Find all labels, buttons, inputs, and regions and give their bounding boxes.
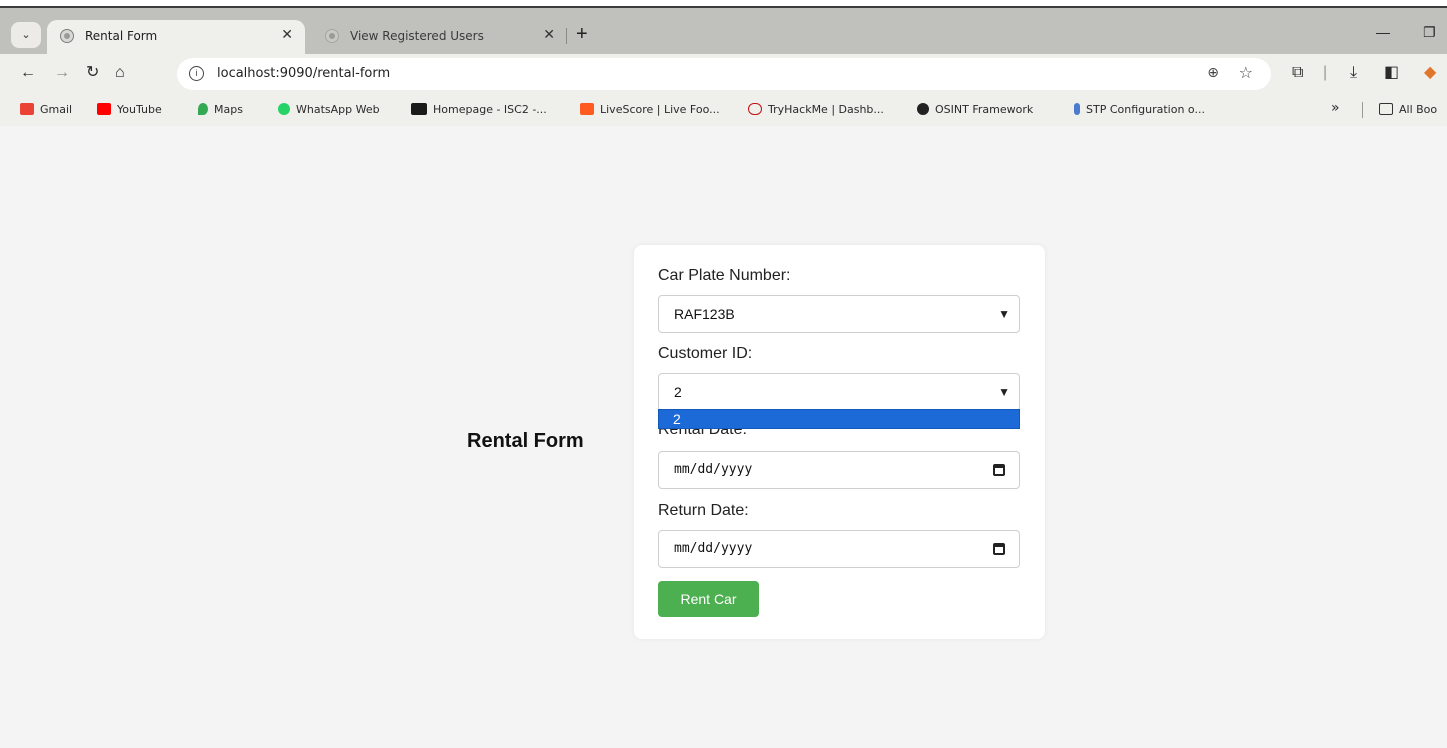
bookmark-whatsapp[interactable]: WhatsApp Web — [278, 103, 380, 116]
return-date-input[interactable]: mm/dd/yyyy — [658, 530, 1020, 568]
bookmark-youtube[interactable]: YouTube — [97, 103, 162, 116]
tab-label: View Registered Users — [350, 29, 484, 43]
youtube-icon — [97, 103, 111, 115]
browser-toolbar: ← → ↻ ⌂ i localhost:9090/rental-form ⊕ ☆… — [0, 54, 1447, 94]
tab-divider — [566, 28, 567, 44]
folder-icon — [1379, 103, 1393, 115]
toolbar-divider: | — [1323, 64, 1328, 81]
rent-car-button[interactable]: Rent Car — [658, 581, 759, 617]
browser-window: ⌄ Rental Form ✕ View Registered Users ✕ … — [0, 0, 1447, 748]
page-content: Rental Form Car Plate Number: RAF123B ▼ … — [0, 126, 1447, 748]
globe-icon — [60, 29, 74, 43]
whatsapp-icon — [278, 103, 290, 115]
maps-pin-icon — [198, 103, 208, 115]
restore-icon[interactable]: ❐ — [1423, 24, 1436, 41]
back-arrow-icon[interactable]: ← — [20, 62, 36, 84]
chevron-down-icon: ⌄ — [21, 29, 31, 41]
close-icon[interactable]: ✕ — [281, 27, 293, 43]
calendar-icon[interactable] — [993, 464, 1005, 476]
customer-id-dropdown-option[interactable]: 2 — [658, 409, 1020, 429]
return-date-placeholder: mm/dd/yyyy — [674, 541, 753, 556]
livescore-icon — [580, 103, 594, 115]
stp-icon — [1074, 103, 1080, 115]
car-plate-select[interactable]: RAF123B ▼ — [658, 295, 1020, 333]
bookmark-star-icon[interactable]: ☆ — [1239, 63, 1253, 83]
dropdown-option-label: 2 — [673, 411, 681, 427]
tab-search-button[interactable]: ⌄ — [11, 22, 41, 48]
gmail-icon — [20, 103, 34, 115]
address-bar[interactable]: i localhost:9090/rental-form ⊕ ☆ — [177, 58, 1271, 90]
side-panel-icon[interactable]: ◧ — [1384, 62, 1399, 84]
bookmarks-bar: Gmail YouTube Maps WhatsApp Web Homepage… — [0, 94, 1447, 126]
zoom-icon[interactable]: ⊕ — [1207, 64, 1219, 81]
tab-view-registered-users[interactable]: View Registered Users ✕ — [312, 20, 567, 54]
d2l-icon — [411, 103, 427, 115]
tab-label: Rental Form — [85, 29, 158, 43]
all-bookmarks-button[interactable]: All Boo — [1379, 103, 1437, 116]
bookmarks-overflow-button[interactable]: » — [1331, 100, 1340, 116]
rental-form-card: Car Plate Number: RAF123B ▼ Customer ID:… — [634, 245, 1045, 639]
close-icon[interactable]: ✕ — [543, 27, 555, 43]
calendar-icon[interactable] — [993, 543, 1005, 555]
car-plate-label: Car Plate Number: — [658, 267, 791, 284]
bookmark-livescore[interactable]: LiveScore | Live Foo... — [580, 103, 720, 116]
bookmark-isc2[interactable]: Homepage - ISC2 -... — [411, 103, 547, 116]
chevron-down-icon: ▼ — [998, 385, 1010, 399]
tab-rental-form[interactable]: Rental Form ✕ — [47, 20, 305, 54]
download-icon[interactable]: ⤓ — [1350, 62, 1357, 84]
osint-globe-icon — [917, 103, 929, 115]
rental-date-placeholder: mm/dd/yyyy — [674, 462, 753, 477]
bookmarks-divider — [1362, 102, 1363, 118]
customer-id-value: 2 — [674, 384, 682, 400]
url-text: localhost:9090/rental-form — [217, 66, 391, 81]
home-icon[interactable]: ⌂ — [115, 62, 125, 84]
customer-id-select[interactable]: 2 ▼ — [658, 373, 1020, 411]
car-plate-value: RAF123B — [674, 306, 735, 322]
new-tab-button[interactable]: + — [576, 22, 588, 46]
bookmark-stp-config[interactable]: STP Configuration o... — [1074, 103, 1205, 116]
bookmark-gmail[interactable]: Gmail — [20, 103, 72, 116]
page-title: Rental Form — [467, 430, 584, 452]
customer-id-label: Customer ID: — [658, 345, 753, 362]
tryhackme-icon — [748, 103, 762, 115]
profile-icon[interactable]: ◆ — [1424, 62, 1436, 84]
bookmark-tryhackme[interactable]: TryHackMe | Dashb... — [748, 103, 884, 116]
extensions-icon[interactable]: ⧉ — [1292, 62, 1303, 84]
bookmark-maps[interactable]: Maps — [198, 103, 243, 116]
reload-icon[interactable]: ↻ — [86, 62, 99, 84]
return-date-label: Return Date: — [658, 502, 749, 519]
globe-icon — [325, 29, 339, 43]
minimize-icon[interactable]: — — [1376, 24, 1390, 40]
bookmark-osint[interactable]: OSINT Framework — [917, 103, 1033, 116]
window-top-edge — [0, 0, 1447, 8]
rental-date-input[interactable]: mm/dd/yyyy — [658, 451, 1020, 489]
chevron-down-icon: ▼ — [998, 307, 1010, 321]
site-info-icon[interactable]: i — [189, 66, 204, 81]
tab-strip: ⌄ Rental Form ✕ View Registered Users ✕ … — [0, 8, 1447, 54]
forward-arrow-icon[interactable]: → — [54, 62, 70, 84]
